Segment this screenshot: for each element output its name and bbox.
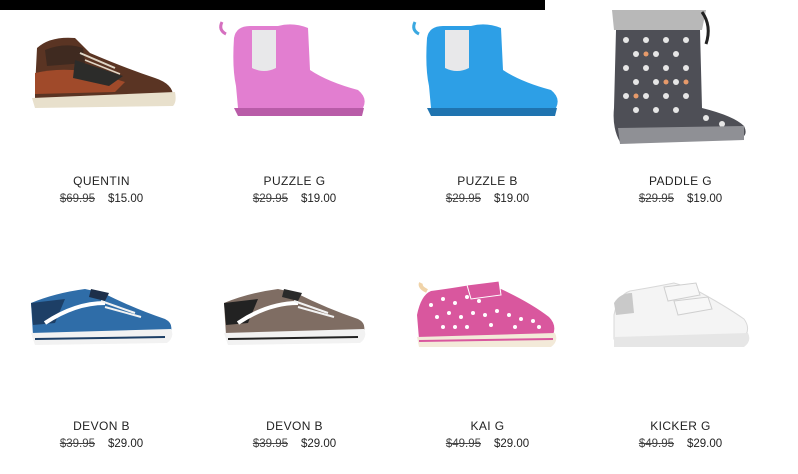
dotted-gumboot-icon[interactable]: [584, 8, 777, 163]
product-card-paddle-g[interactable]: PADDLE G $29.95 $19.00: [584, 8, 777, 238]
sale-price: $29.00: [687, 438, 723, 450]
product-name[interactable]: KICKER G: [584, 419, 777, 433]
pink-polka-dot-sneaker-icon[interactable]: [391, 253, 584, 408]
product-card-puzzle-b[interactable]: PUZZLE B $29.95 $19.00: [391, 8, 584, 238]
product-name[interactable]: KAI G: [391, 419, 584, 433]
original-price: $49.95: [638, 438, 674, 450]
white-velcro-sneaker-icon[interactable]: [584, 253, 777, 408]
product-price: $49.95 $29.00: [584, 438, 777, 450]
sale-price: $29.00: [108, 438, 144, 450]
original-price: $69.95: [59, 193, 95, 205]
sale-price: $15.00: [108, 193, 144, 205]
product-price: $29.95 $19.00: [584, 193, 777, 205]
original-price: $39.95: [59, 438, 95, 450]
product-price: $69.95 $15.00: [5, 193, 198, 205]
product-card-puzzle-g[interactable]: PUZZLE G $29.95 $19.00: [198, 8, 391, 238]
sale-price: $29.00: [494, 438, 530, 450]
brown-canvas-sneaker-icon[interactable]: [198, 253, 391, 408]
product-card-devon-b-brown[interactable]: DEVON B $39.95 $29.00: [198, 253, 391, 474]
blue-canvas-sneaker-icon[interactable]: [5, 253, 198, 408]
original-price: $29.95: [445, 193, 481, 205]
product-name[interactable]: DEVON B: [5, 419, 198, 433]
original-price: $29.95: [252, 193, 288, 205]
product-price: $39.95 $29.00: [5, 438, 198, 450]
product-price: $39.95 $29.00: [198, 438, 391, 450]
product-price: $49.95 $29.00: [391, 438, 584, 450]
original-price: $39.95: [252, 438, 288, 450]
pink-rain-boot-icon[interactable]: [198, 8, 391, 163]
product-name[interactable]: QUENTIN: [5, 174, 198, 188]
product-card-devon-b-blue[interactable]: DEVON B $39.95 $29.00: [5, 253, 198, 474]
product-card-kicker-g[interactable]: KICKER G $49.95 $29.00: [584, 253, 777, 474]
product-name[interactable]: PUZZLE G: [198, 174, 391, 188]
original-price: $29.95: [638, 193, 674, 205]
product-price: $29.95 $19.00: [198, 193, 391, 205]
original-price: $49.95: [445, 438, 481, 450]
product-grid: QUENTIN $69.95 $15.00 PUZZLE G $29.95 $19.…: [0, 0, 798, 474]
product-name[interactable]: PADDLE G: [584, 174, 777, 188]
sale-price: $19.00: [301, 193, 337, 205]
sale-price: $29.00: [301, 438, 337, 450]
brown-high-top-sneaker-icon[interactable]: [5, 8, 198, 163]
sale-price: $19.00: [494, 193, 530, 205]
blue-rain-boot-icon[interactable]: [391, 8, 584, 163]
product-name[interactable]: PUZZLE B: [391, 174, 584, 188]
product-card-kai-g[interactable]: KAI G $49.95 $29.00: [391, 253, 584, 474]
sale-price: $19.00: [687, 193, 723, 205]
product-name[interactable]: DEVON B: [198, 419, 391, 433]
product-price: $29.95 $19.00: [391, 193, 584, 205]
product-card-quentin[interactable]: QUENTIN $69.95 $15.00: [5, 8, 198, 238]
